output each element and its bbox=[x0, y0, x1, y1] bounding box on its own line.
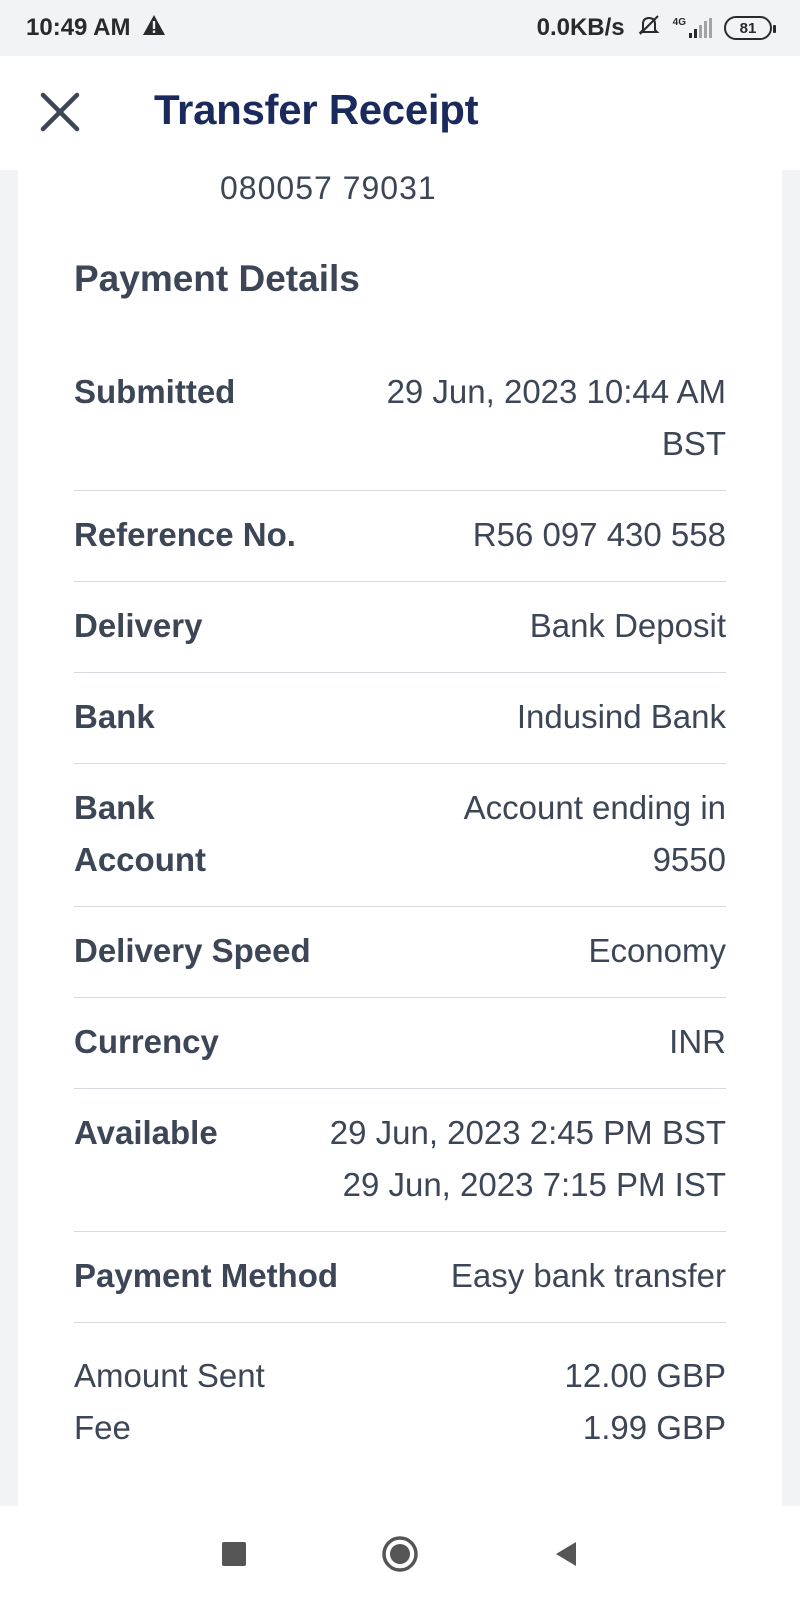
detail-label-line: Bank bbox=[74, 789, 155, 826]
detail-value: 29 Jun, 2023 10:44 AM BST bbox=[235, 366, 726, 470]
detail-value: INR bbox=[669, 1023, 726, 1060]
detail-row-delivery-speed: Delivery Speed Economy bbox=[74, 907, 726, 998]
status-bar: 10:49 AM 0.0KB/s 4G 81 bbox=[0, 0, 800, 56]
system-nav-bar bbox=[0, 1506, 800, 1600]
home-button[interactable] bbox=[380, 1534, 420, 1574]
account-number: 080057 79031 bbox=[220, 170, 437, 206]
signal-bars bbox=[689, 18, 712, 38]
close-icon bbox=[40, 92, 80, 137]
detail-row-payment-method: Payment Method Easy bank transfer bbox=[74, 1232, 726, 1323]
payment-details-title: Payment Details bbox=[74, 258, 360, 299]
detail-value: Indusind Bank bbox=[516, 698, 726, 735]
detail-label: Delivery Speed bbox=[74, 932, 311, 969]
detail-label: Currency bbox=[74, 1023, 219, 1060]
mute-icon bbox=[637, 13, 661, 44]
detail-row-bank: Bank Indusind Bank bbox=[74, 673, 726, 764]
signal-icon: 4G bbox=[673, 18, 712, 38]
back-triangle-icon bbox=[546, 1542, 586, 1578]
detail-value-line: 29 Jun, 2023 2:45 PM BST bbox=[329, 1114, 726, 1151]
detail-value-line: 9550 bbox=[652, 841, 726, 878]
amount-sent-value: 12.00 GBP bbox=[564, 1357, 726, 1394]
home-circle-icon bbox=[380, 1536, 420, 1578]
detail-row-delivery: Delivery Bank Deposit bbox=[74, 582, 726, 673]
page-title: Transfer Receipt bbox=[154, 86, 479, 133]
detail-value: Easy bank transfer bbox=[450, 1257, 726, 1294]
detail-value: Bank Deposit bbox=[529, 607, 726, 644]
fee-label: Fee bbox=[74, 1409, 131, 1446]
network-type: 4G bbox=[672, 17, 686, 28]
battery-level: 81 bbox=[739, 19, 757, 37]
detail-row-submitted: Submitted 29 Jun, 2023 10:44 AM BST bbox=[74, 348, 726, 491]
detail-value: 29 Jun, 2023 2:45 PM BST 29 Jun, 2023 7:… bbox=[218, 1107, 726, 1211]
detail-label: Submitted bbox=[74, 373, 236, 410]
close-button[interactable] bbox=[36, 90, 84, 138]
receipt-card: 080057 79031 Payment Details Submitted 2… bbox=[18, 170, 782, 1506]
detail-value-line: 29 Jun, 2023 10:44 AM bbox=[386, 373, 726, 410]
status-right: 0.0KB/s 4G 81 bbox=[536, 13, 776, 44]
fee-value: 1.99 GBP bbox=[582, 1409, 726, 1446]
amount-sent-label: Amount Sent bbox=[74, 1357, 265, 1394]
amount-sent-row: Amount Sent 12.00 GBP bbox=[74, 1350, 726, 1402]
status-left: 10:49 AM bbox=[26, 14, 166, 43]
detail-row-reference: Reference No. R56 097 430 558 bbox=[74, 491, 726, 582]
detail-label: Available bbox=[74, 1114, 218, 1151]
payment-details-list: Submitted 29 Jun, 2023 10:44 AM BST Refe… bbox=[74, 348, 726, 1323]
battery-icon: 81 bbox=[724, 16, 776, 40]
back-button[interactable] bbox=[546, 1534, 586, 1574]
detail-value-line: 29 Jun, 2023 7:15 PM IST bbox=[342, 1166, 726, 1203]
status-time: 10:49 AM bbox=[26, 14, 131, 41]
detail-label-line: Account bbox=[74, 841, 206, 878]
detail-row-currency: Currency INR bbox=[74, 998, 726, 1089]
detail-value: Economy bbox=[588, 932, 726, 969]
detail-value-line: Account ending in bbox=[463, 789, 726, 826]
detail-label: Bank bbox=[74, 698, 155, 735]
detail-value: Account ending in 9550 bbox=[406, 782, 726, 886]
warning-icon bbox=[142, 14, 166, 43]
detail-label: Reference No. bbox=[74, 516, 296, 553]
recents-square-icon bbox=[214, 1542, 254, 1578]
fee-row: Fee 1.99 GBP bbox=[74, 1402, 726, 1454]
detail-value-line: BST bbox=[661, 425, 726, 462]
detail-label: Bank Account bbox=[74, 782, 234, 886]
detail-value: R56 097 430 558 bbox=[472, 516, 726, 553]
detail-label: Delivery bbox=[74, 607, 203, 644]
amount-summary: Amount Sent 12.00 GBP Fee 1.99 GBP bbox=[74, 1350, 726, 1454]
network-speed: 0.0KB/s bbox=[536, 14, 625, 41]
detail-row-bank-account: Bank Account Account ending in 9550 bbox=[74, 764, 726, 907]
detail-row-available: Available 29 Jun, 2023 2:45 PM BST 29 Ju… bbox=[74, 1089, 726, 1232]
detail-label: Payment Method bbox=[74, 1257, 339, 1294]
recents-button[interactable] bbox=[214, 1534, 254, 1574]
app-header: Transfer Receipt bbox=[0, 56, 800, 170]
